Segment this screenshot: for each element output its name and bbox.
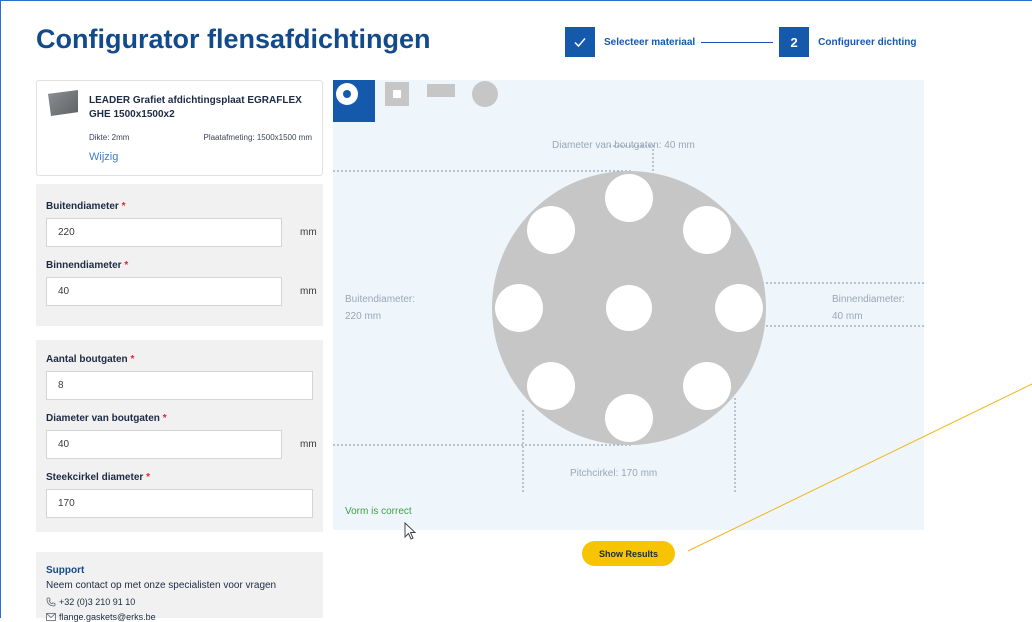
outer-diameter-dimension-label-line1: Buitendiameter: bbox=[345, 294, 416, 305]
pitch-circle-dimension-label: Pitchcirkel: 170 mm bbox=[570, 468, 658, 479]
shape-tab-rectangle[interactable] bbox=[425, 80, 467, 122]
shape-tab-square[interactable] bbox=[383, 80, 425, 122]
bolt-hole-5 bbox=[605, 394, 653, 442]
pitch-diameter-label: Steekcirkel diameter * bbox=[46, 472, 150, 483]
bolt-diameter-label: Diameter van boutgaten * bbox=[46, 413, 167, 424]
step-1-check[interactable] bbox=[565, 27, 595, 57]
mail-icon bbox=[46, 613, 56, 621]
mouse-cursor-icon bbox=[404, 522, 417, 540]
inner-hole bbox=[606, 285, 652, 331]
phone-icon bbox=[46, 597, 56, 607]
step-2-number: 2 bbox=[779, 27, 810, 57]
progress-stepper: Selecteer materiaal 2 Configureer dichti… bbox=[565, 27, 917, 57]
disc-shape-icon bbox=[472, 81, 498, 107]
inner-diameter-dimension-label-line1: Binnendiameter: bbox=[832, 294, 905, 305]
page-title: Configurator flensafdichtingen bbox=[36, 24, 431, 54]
bolt-diameter-input[interactable]: 40 bbox=[46, 430, 282, 459]
shape-tab-disc[interactable] bbox=[471, 80, 513, 122]
inner-diameter-unit: mm bbox=[300, 286, 317, 297]
square-shape-icon bbox=[385, 82, 409, 106]
bolt-count-label: Aantal boutgaten * bbox=[46, 354, 135, 365]
bolt-hole-7 bbox=[495, 284, 543, 332]
material-plate-size: Plaatafmeting: 1500x1500 mm bbox=[203, 133, 312, 142]
inner-diameter-input[interactable]: 40 bbox=[46, 277, 282, 306]
bolt-hole-2 bbox=[683, 206, 731, 254]
bolt-count-input[interactable]: 8 bbox=[46, 371, 313, 400]
step-2-label: Configureer dichting bbox=[818, 36, 917, 48]
check-icon bbox=[574, 38, 586, 48]
outer-diameter-label: Buitendiameter * bbox=[46, 201, 126, 212]
inner-diameter-dimension-label-line2: 40 mm bbox=[832, 311, 863, 322]
outer-diameter-dimension-label-line2: 220 mm bbox=[345, 311, 382, 322]
bolt-hole-6 bbox=[527, 362, 575, 410]
bolt-hole-1 bbox=[605, 174, 653, 222]
outer-diameter-input[interactable]: 220 bbox=[46, 218, 282, 247]
bolt-hole-dimension-label: Diameter van boutgaten: 40 mm bbox=[552, 140, 695, 151]
window-border-top bbox=[0, 0, 1032, 1]
ring-shape-icon bbox=[336, 83, 358, 105]
support-email[interactable]: flange.gaskets@erks.be bbox=[46, 612, 156, 622]
material-name: LEADER Grafiet afdichtingsplaat EGRAFLEX… bbox=[89, 95, 302, 120]
rectangle-shape-icon bbox=[427, 84, 455, 97]
pitch-diameter-input[interactable]: 170 bbox=[46, 489, 313, 518]
selected-material-card: LEADER Grafiet afdichtingsplaat EGRAFLEX… bbox=[36, 80, 323, 176]
bolt-hole-3 bbox=[715, 284, 763, 332]
shape-valid-message: Vorm is correct bbox=[345, 506, 412, 517]
step-connector bbox=[701, 41, 774, 43]
material-thumbnail bbox=[48, 90, 78, 116]
bolt-diameter-unit: mm bbox=[300, 439, 317, 450]
step-1-label[interactable]: Selecteer materiaal bbox=[604, 37, 695, 48]
shape-tab-ring[interactable] bbox=[333, 80, 375, 122]
inner-diameter-label: Binnendiameter * bbox=[46, 260, 129, 271]
material-thickness: Dikte: 2mm bbox=[89, 133, 130, 142]
gasket-preview: Diameter van boutgaten: 40 mm Buitendiam… bbox=[333, 80, 924, 530]
window-border-left bbox=[0, 0, 1, 618]
support-phone[interactable]: +32 (0)3 210 91 10 bbox=[46, 597, 135, 607]
support-text: Neem contact op met onze specialisten vo… bbox=[46, 580, 277, 591]
show-results-button[interactable]: Show Results bbox=[582, 541, 675, 566]
support-title: Support bbox=[46, 565, 85, 576]
change-material-link[interactable]: Wijzig bbox=[89, 151, 118, 163]
bolt-hole-4 bbox=[683, 362, 731, 410]
bolt-hole-8 bbox=[527, 206, 575, 254]
outer-diameter-unit: mm bbox=[300, 227, 317, 238]
